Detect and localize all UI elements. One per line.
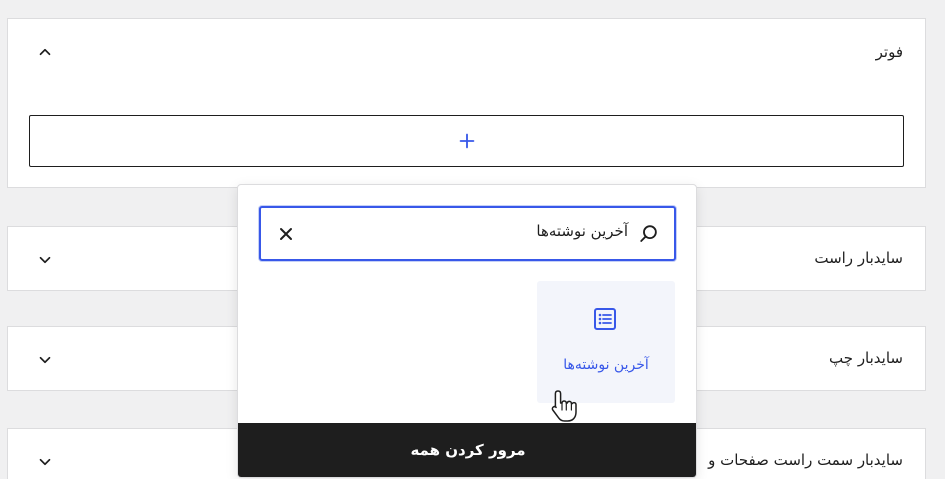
browse-all-button[interactable]: مرور کردن همه xyxy=(238,423,696,477)
search-input-value[interactable]: آخرین نوشته‌ها xyxy=(536,222,628,240)
block-result-latest-posts[interactable]: آخرین نوشته‌ها xyxy=(537,281,675,403)
chevron-down-icon[interactable] xyxy=(36,453,54,471)
widgets-editor: فوتر سایدبار راست سایدبار چپ سایدبار سمت… xyxy=(0,0,945,479)
add-block-button[interactable] xyxy=(29,115,904,167)
block-search-field[interactable]: آخرین نوشته‌ها xyxy=(259,206,676,261)
panel-sidebar-right-title[interactable]: سایدبار راست xyxy=(814,249,903,267)
panel-sidebar-left-title[interactable]: سایدبار چپ xyxy=(829,349,903,367)
close-icon[interactable] xyxy=(275,223,297,245)
post-list-icon xyxy=(591,305,619,333)
block-inserter-popover: آخرین نوشته‌ها آخرین نوشته‌ها مرور کردن … xyxy=(237,184,697,478)
plus-icon xyxy=(459,133,474,149)
panel-sidebar-pages-title[interactable]: سایدبار سمت راست صفحات و xyxy=(708,451,903,469)
chevron-down-icon[interactable] xyxy=(36,351,54,369)
block-result-label: آخرین نوشته‌ها xyxy=(563,357,649,373)
hand-pointer-icon xyxy=(548,388,578,424)
panel-footer-title[interactable]: فوتر xyxy=(876,43,903,61)
search-icon xyxy=(638,223,660,245)
chevron-up-icon[interactable] xyxy=(36,43,54,61)
panel-footer: فوتر xyxy=(7,18,926,188)
chevron-down-icon[interactable] xyxy=(36,251,54,269)
